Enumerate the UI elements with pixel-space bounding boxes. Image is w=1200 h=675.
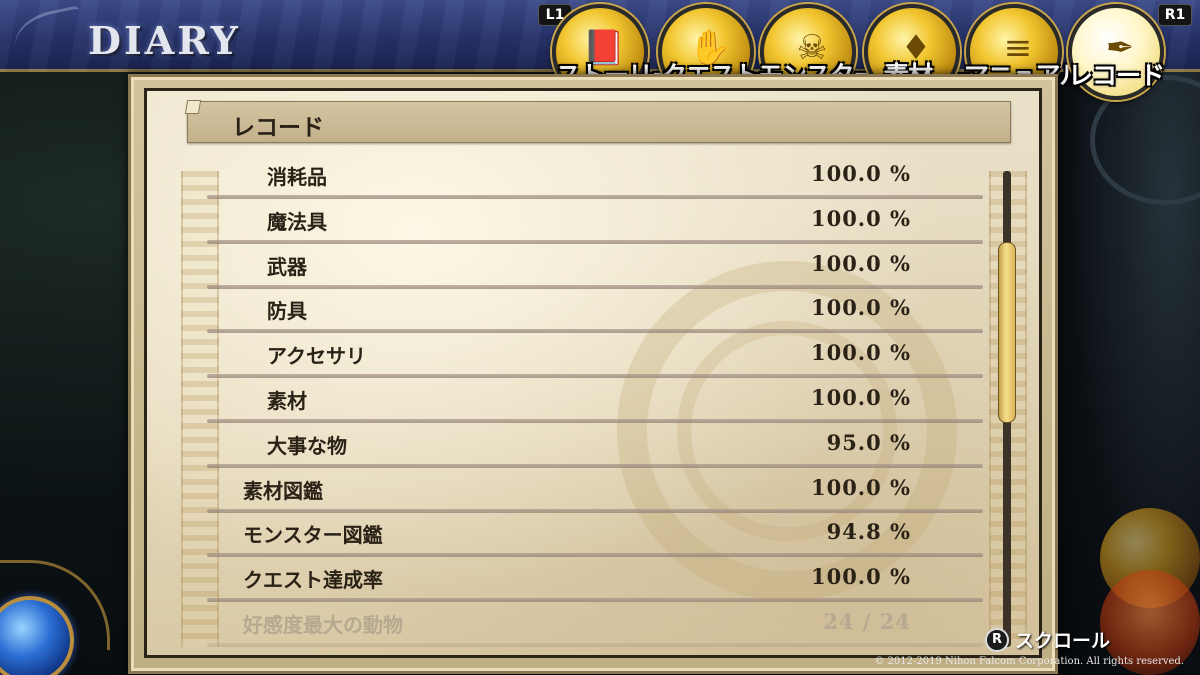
record-panel: レコード 消耗品 100.0 % 魔法具 100.0 % 武器 100.0 % 防具 100.… — [128, 74, 1058, 674]
section-header: レコード — [184, 100, 1011, 143]
scroll-hint-label: スクロール — [1015, 630, 1111, 652]
r-stick-icon: R — [985, 627, 1009, 652]
record-label: 大事な物 — [267, 433, 347, 458]
row-divider — [207, 284, 983, 289]
tab-label: レコード — [1068, 61, 1165, 90]
record-value: 100.0 % — [810, 250, 911, 276]
record-value: 100.0 % — [810, 385, 911, 410]
record-panel-inner: レコード 消耗品 100.0 % 魔法具 100.0 % 武器 100.0 % 防具 100.… — [144, 88, 1042, 658]
scroll-hint: R スクロール — [985, 626, 1110, 653]
parchment-page: レコード 消耗品 100.0 % 魔法具 100.0 % 武器 100.0 % 防具 100.… — [147, 91, 1039, 655]
row-divider — [207, 329, 983, 334]
record-row: 好感度最大の動物 24 / 24 — [147, 605, 1039, 649]
record-label: モンスター図鑑 — [243, 523, 383, 548]
record-value: 95.0 % — [826, 429, 911, 455]
row-divider — [207, 508, 983, 513]
page-title: DIARY — [88, 18, 241, 63]
record-row: クエスト達成率 100.0 % — [147, 560, 1039, 604]
record-row: アクセサリ 100.0 % — [147, 336, 1039, 380]
row-divider — [207, 195, 983, 199]
record-label: 防具 — [267, 299, 307, 324]
row-divider — [207, 374, 983, 379]
r1-button-icon[interactable]: R1 — [1158, 4, 1192, 26]
scrollbar-thumb[interactable] — [998, 241, 1016, 423]
record-row: 防具 100.0 % — [147, 291, 1039, 335]
row-divider — [207, 239, 983, 244]
folded-corner-icon — [184, 100, 202, 114]
record-row: 素材 100.0 % — [147, 381, 1039, 425]
record-row: 大事な物 95.0 % — [147, 426, 1039, 470]
record-row: 魔法具 100.0 % — [147, 202, 1039, 246]
record-value: 100.0 % — [810, 161, 911, 186]
record-value: 94.8 % — [826, 519, 911, 545]
record-label: アクセサリ — [267, 344, 366, 369]
row-divider — [207, 463, 983, 468]
record-row: 素材図鑑 100.0 % — [147, 471, 1039, 515]
record-value: 100.0 % — [810, 205, 911, 231]
record-label: 素材 — [267, 389, 307, 413]
row-divider — [207, 598, 983, 603]
record-label: 素材図鑑 — [243, 478, 323, 503]
record-value: 24 / 24 — [823, 609, 911, 634]
record-value: 100.0 % — [810, 474, 911, 500]
record-label: 魔法具 — [267, 209, 327, 234]
row-divider — [207, 643, 983, 647]
record-row: 武器 100.0 % — [147, 247, 1039, 291]
section-title: レコード — [232, 115, 324, 141]
record-row: モンスター図鑑 94.8 % — [147, 515, 1039, 559]
row-divider — [207, 553, 983, 558]
record-label: 好感度最大の動物 — [243, 613, 403, 637]
record-label: クエスト達成率 — [243, 568, 383, 593]
copyright-text: © 2012-2019 Nihon Falcom Corporation. Al… — [874, 656, 1184, 667]
record-value: 100.0 % — [810, 564, 911, 590]
record-row: 消耗品 100.0 % — [147, 157, 1039, 201]
record-label: 消耗品 — [267, 165, 327, 189]
record-label: 武器 — [267, 254, 307, 279]
row-divider — [207, 419, 983, 423]
record-value: 100.0 % — [810, 340, 911, 366]
record-value: 100.0 % — [810, 295, 911, 321]
